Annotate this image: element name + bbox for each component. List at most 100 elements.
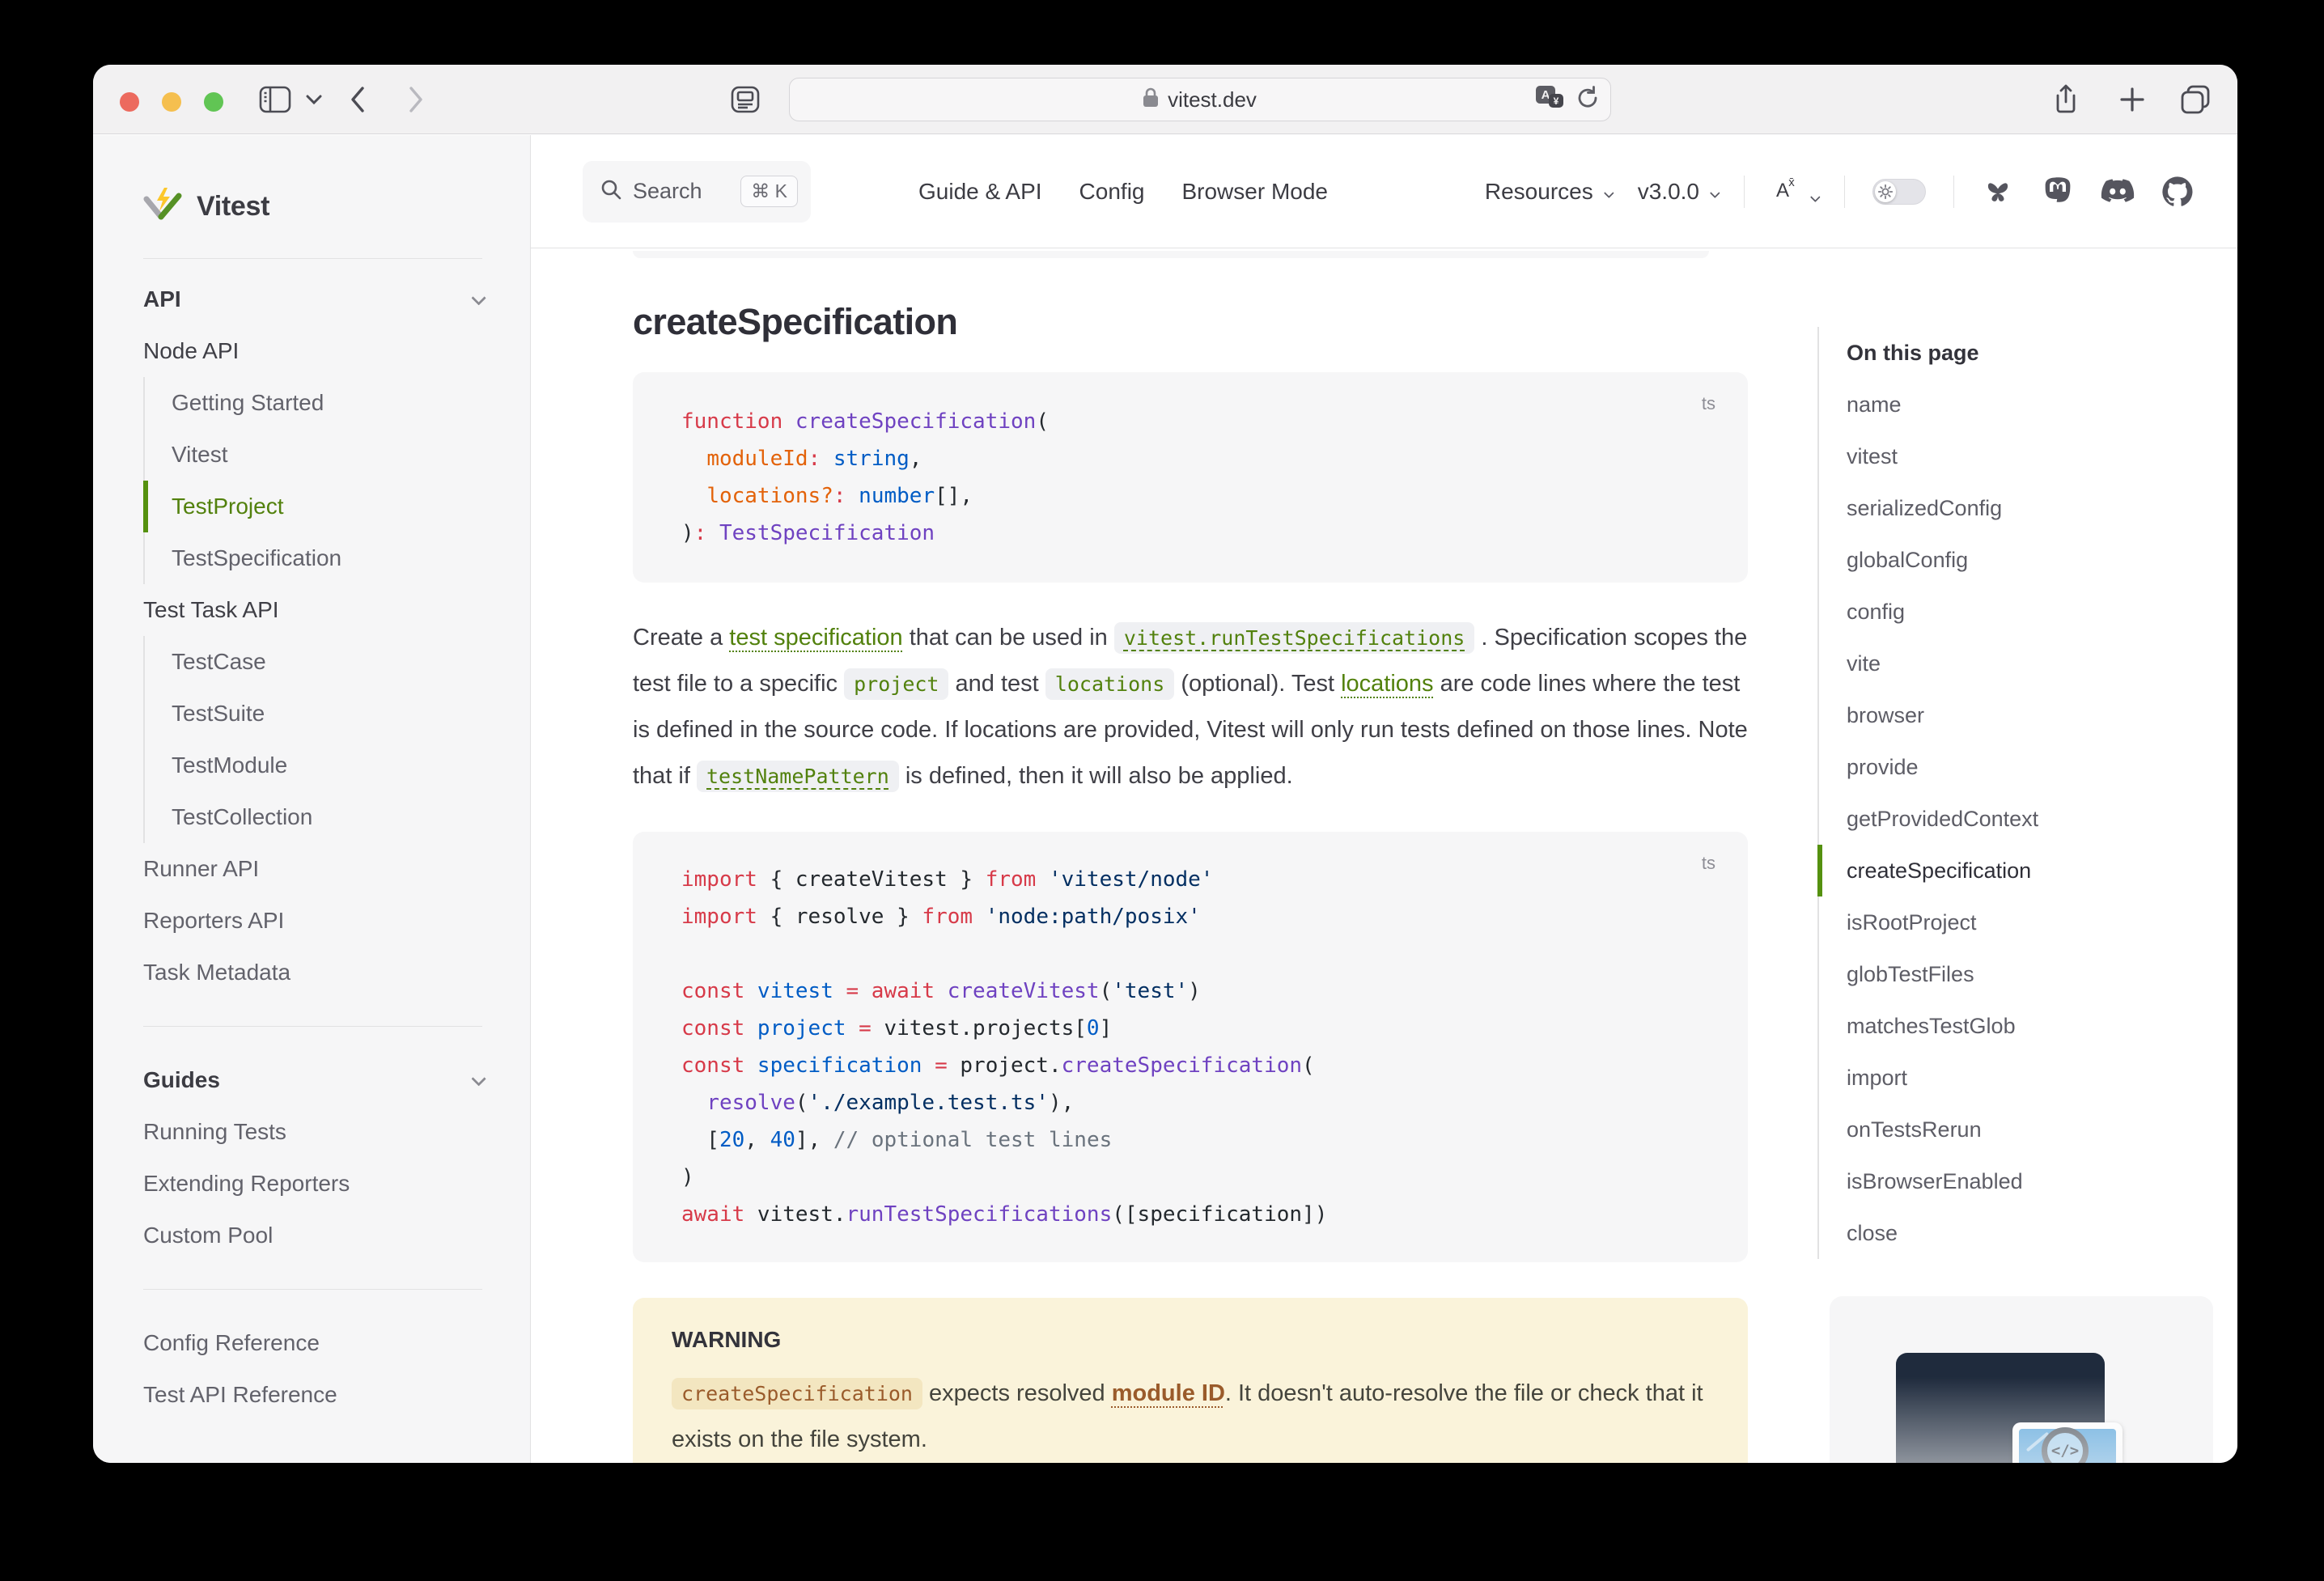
toolbar-chevron-down-icon[interactable] (299, 65, 329, 134)
search-input[interactable]: Search ⌘ K (583, 161, 811, 223)
outline-item-globtestfiles[interactable]: globTestFiles (1817, 948, 2237, 1000)
search-placeholder: Search (633, 179, 702, 204)
previous-code-block-tail (633, 251, 1709, 258)
language-switcher[interactable]: A x̄ (1772, 176, 1817, 207)
sidebar-toggle-icon[interactable] (255, 65, 295, 134)
svg-text:A: A (1542, 88, 1550, 102)
outline-item-provide[interactable]: provide (1817, 741, 2237, 793)
svg-text:A: A (1776, 180, 1789, 201)
inline-link[interactable]: module ID (1112, 1380, 1225, 1406)
sidebar-item-api[interactable]: API (143, 273, 482, 325)
theme-toggle[interactable] (1872, 179, 1926, 205)
reload-icon[interactable] (1576, 86, 1599, 114)
outline-item-createspecification[interactable]: createSpecification (1817, 845, 2237, 896)
sidebar-item-label: TestProject (172, 494, 284, 519)
sidebar-item-guides[interactable]: Guides (143, 1054, 482, 1106)
chevron-down-icon (1604, 188, 1614, 198)
outline-item-globalconfig[interactable]: globalConfig (1817, 534, 2237, 586)
warning-title: WARNING (672, 1327, 1709, 1353)
sidebar-item-label: Test Task API (143, 597, 279, 623)
sidebar-item-testcase[interactable]: TestCase (143, 636, 482, 688)
safari-window: vitest.dev A ¥ (93, 65, 2237, 1463)
code-line: function createSpecification( (681, 403, 1699, 440)
sponsor-card[interactable]: </> (1830, 1296, 2213, 1463)
outline-item-ontestsrerun[interactable]: onTestsRerun (1817, 1104, 2237, 1155)
outline-item-isbrowserenabled[interactable]: isBrowserEnabled (1817, 1155, 2237, 1207)
outline-item-config[interactable]: config (1817, 586, 2237, 638)
sidebar-divider (143, 1026, 482, 1027)
forward-button[interactable] (394, 65, 438, 134)
sidebar-item-testmodule[interactable]: TestModule (143, 740, 482, 791)
sidebar-item-label: Vitest (172, 442, 228, 468)
code-block-example: ts import { createVitest } from 'vitest/… (633, 832, 1748, 1262)
sidebar-item-config-reference[interactable]: Config Reference (143, 1317, 482, 1369)
sidebar-item-label: TestSpecification (172, 545, 341, 571)
nav-browser-mode[interactable]: Browser Mode (1181, 179, 1328, 205)
inline-link[interactable]: locations (1341, 671, 1433, 697)
inline-code: project (844, 668, 948, 700)
outline-item-getprovidedcontext[interactable]: getProvidedContext (1817, 793, 2237, 845)
sidebar-item-node-api: Node API (143, 325, 482, 377)
search-shortcut: ⌘ K (740, 176, 798, 207)
code-line: import { resolve } from 'node:path/posix… (681, 898, 1699, 935)
sidebar-item-testcollection[interactable]: TestCollection (143, 791, 482, 843)
sidebar-item-extending-reporters[interactable]: Extending Reporters (143, 1158, 482, 1210)
chevron-down-icon (471, 290, 486, 305)
outline-item-import[interactable]: import (1817, 1052, 2237, 1104)
outline-item-matchestestglob[interactable]: matchesTestGlob (1817, 1000, 2237, 1052)
inline-code-link[interactable]: testNamePattern (697, 761, 899, 792)
sidebar-nav: APINode APIGetting Started Vitest TestProj… (143, 273, 482, 1421)
outline-item-isrootproject[interactable]: isRootProject (1817, 896, 2237, 948)
new-tab-icon[interactable] (2108, 65, 2156, 134)
code-line: ): TestSpecification (681, 515, 1699, 552)
sidebar-item-test-api-reference[interactable]: Test API Reference (143, 1369, 482, 1421)
sidebar-item-reporters-api[interactable]: Reporters API (143, 895, 482, 947)
mastodon-icon[interactable] (2042, 176, 2074, 208)
inline-code-link[interactable]: vitest.runTestSpecifications (1114, 622, 1474, 654)
site-title: Vitest (197, 191, 269, 223)
outline-item-browser[interactable]: browser (1817, 689, 2237, 741)
nav-resources[interactable]: Resources (1485, 179, 1610, 205)
inline-code: locations (1045, 668, 1174, 700)
warning-body: createSpecification expects resolved mod… (672, 1371, 1709, 1463)
inline-link[interactable]: test specification (729, 625, 902, 651)
address-bar[interactable]: vitest.dev A ¥ (789, 78, 1611, 121)
sidebar-item-custom-pool[interactable]: Custom Pool (143, 1210, 482, 1261)
sidebar-item-testspecification[interactable]: TestSpecification (143, 532, 482, 584)
tab-overview-icon[interactable] (2169, 65, 2221, 134)
outline-item-close[interactable]: close (1817, 1207, 2237, 1259)
page-settings-icon[interactable] (723, 65, 768, 134)
sidebar-item-testsuite[interactable]: TestSuite (143, 688, 482, 740)
sidebar-item-task-metadata[interactable]: Task Metadata (143, 947, 482, 998)
version-switcher[interactable]: v3.0.0 (1638, 179, 1716, 205)
chevron-down-icon (471, 1071, 486, 1086)
discord-icon[interactable] (2101, 176, 2134, 208)
close-window-button[interactable] (120, 92, 139, 112)
sidebar-item-running-tests[interactable]: Running Tests (143, 1106, 482, 1158)
site-logo[interactable]: Vitest (143, 185, 482, 227)
sidebar-item-getting-started[interactable]: Getting Started (143, 377, 482, 429)
sidebar-item-testproject[interactable]: TestProject (143, 481, 482, 532)
nav-config[interactable]: Config (1079, 179, 1145, 205)
description-paragraph: Create a test specification that can be … (633, 615, 1748, 799)
nav-guide-api[interactable]: Guide & API (918, 179, 1042, 205)
outline-title: On this page (1847, 327, 2237, 379)
sidebar-item-label: Reporters API (143, 908, 284, 934)
back-button[interactable] (336, 65, 380, 134)
github-icon[interactable] (2161, 176, 2194, 208)
sidebar-item-runner-api[interactable]: Runner API (143, 843, 482, 895)
share-icon[interactable] (2042, 65, 2090, 134)
chevron-down-icon (1810, 192, 1821, 202)
code-line: locations?: number[], (681, 477, 1699, 515)
outline-item-serializedconfig[interactable]: serializedConfig (1817, 482, 2237, 534)
outline-item-name[interactable]: name (1817, 379, 2237, 430)
translate-page-icon[interactable]: A ¥ (1536, 86, 1565, 114)
sidebar-item-label: TestModule (172, 752, 287, 778)
outline-item-vitest[interactable]: vitest (1817, 430, 2237, 482)
outline-item-vite[interactable]: vite (1817, 638, 2237, 689)
zoom-window-button[interactable] (204, 92, 223, 112)
bluesky-icon[interactable] (1982, 176, 2014, 208)
minimize-window-button[interactable] (162, 92, 181, 112)
sidebar-item-test-task-api: Test Task API (143, 584, 482, 636)
sidebar-item-vitest[interactable]: Vitest (143, 429, 482, 481)
